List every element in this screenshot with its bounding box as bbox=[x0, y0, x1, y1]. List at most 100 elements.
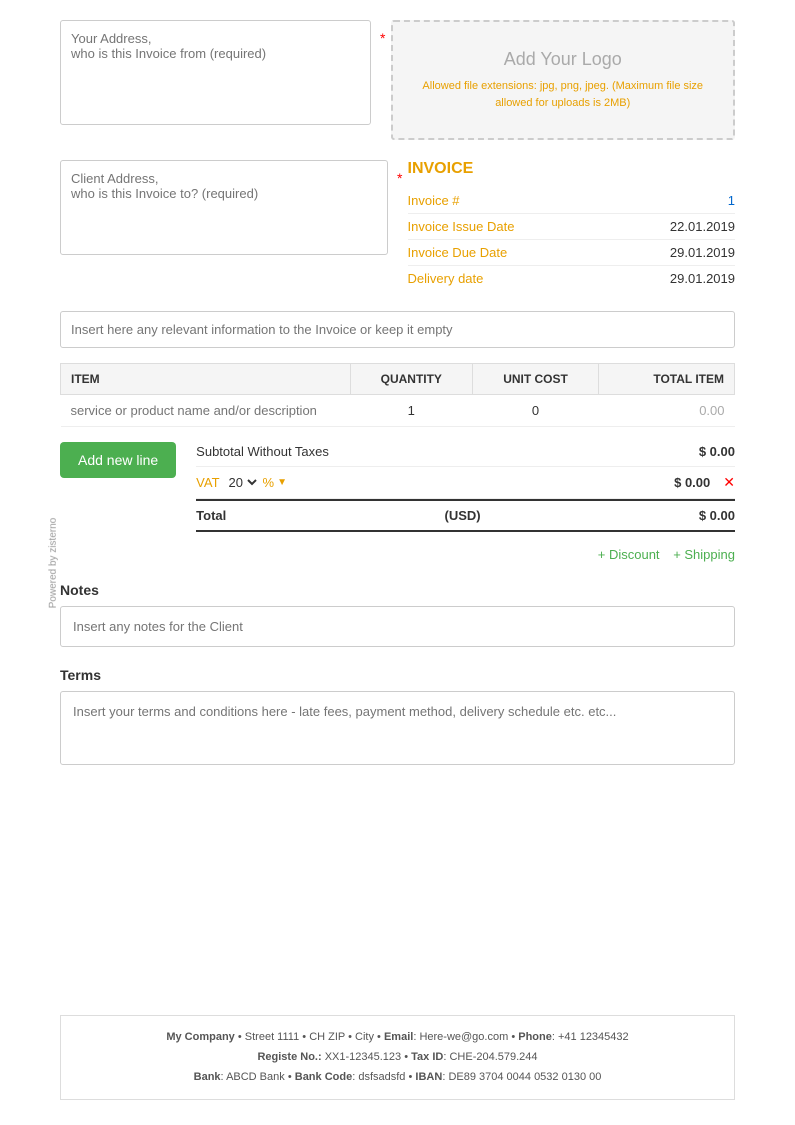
footer-email-label: Email bbox=[384, 1031, 413, 1043]
total-row: Total (USD) $ 0.00 bbox=[196, 499, 735, 532]
footer: My Company • Street 1111 • CH ZIP • City… bbox=[60, 1015, 735, 1100]
footer-bank: ABCD Bank bbox=[226, 1071, 285, 1083]
terms-input-box bbox=[60, 691, 735, 765]
col-quantity: QUANTITY bbox=[350, 364, 472, 395]
invoice-issue-label: Invoice Issue Date bbox=[408, 219, 515, 234]
notes-label: Notes bbox=[60, 582, 735, 598]
notes-input-box bbox=[60, 606, 735, 647]
footer-line3: Bank: ABCD Bank • Bank Code: dsfsadsfd •… bbox=[73, 1068, 722, 1088]
vat-value: $ 0.00 bbox=[674, 475, 710, 490]
invoice-number-value: 1 bbox=[728, 193, 735, 208]
invoice-title: INVOICE bbox=[408, 160, 736, 178]
footer-phone-label: Phone bbox=[518, 1031, 552, 1043]
vat-dropdown-icon: ▼ bbox=[277, 477, 287, 488]
footer-company: My Company bbox=[166, 1031, 234, 1043]
table-body: 0.00 bbox=[61, 395, 735, 427]
vat-percent-sign: % bbox=[263, 475, 275, 490]
vat-value-area: $ 0.00 ✕ bbox=[674, 474, 735, 491]
total-value: $ 0.00 bbox=[699, 508, 735, 523]
description-input[interactable] bbox=[71, 322, 724, 337]
client-address-wrapper: * bbox=[60, 160, 388, 255]
footer-registe-label: Registe No.: bbox=[257, 1051, 321, 1063]
logo-hint: Allowed file extensions: jpg, png, jpeg.… bbox=[408, 78, 719, 111]
footer-iban-label: IBAN bbox=[415, 1071, 442, 1083]
item-quantity-input[interactable] bbox=[386, 403, 436, 418]
footer-iban: DE89 3704 0044 0532 0130 00 bbox=[448, 1071, 601, 1083]
discount-link[interactable]: + Discount bbox=[598, 547, 660, 562]
table-header: ITEM QUANTITY UNIT COST TOTAL ITEM bbox=[61, 364, 735, 395]
client-address-box bbox=[60, 160, 388, 255]
invoice-number-row: Invoice # 1 bbox=[408, 188, 736, 214]
notes-section: Notes bbox=[60, 582, 735, 647]
footer-zip-city: CH ZIP • City bbox=[309, 1031, 374, 1043]
table-row: 0.00 bbox=[61, 395, 735, 427]
invoice-issue-value: 22.01.2019 bbox=[670, 219, 735, 234]
footer-bank-code-label: Bank Code bbox=[295, 1071, 352, 1083]
vat-label-area: VAT 20 10 5 0 % ▼ bbox=[196, 474, 287, 491]
notes-input[interactable] bbox=[73, 619, 722, 634]
subtotal-row: Subtotal Without Taxes $ 0.00 bbox=[196, 437, 735, 467]
description-box bbox=[60, 311, 735, 348]
footer-tax: CHE-204.579.244 bbox=[449, 1051, 537, 1063]
item-unit-cost[interactable] bbox=[472, 395, 599, 427]
footer-bullet6: • bbox=[288, 1071, 295, 1083]
invoice-number-label: Invoice # bbox=[408, 193, 460, 208]
footer-registe: XX1-12345.123 bbox=[325, 1051, 401, 1063]
logo-upload-box[interactable]: Add Your Logo Allowed file extensions: j… bbox=[391, 20, 736, 140]
vat-percent-select[interactable]: 20 10 5 0 bbox=[225, 474, 260, 491]
client-address-input[interactable] bbox=[71, 171, 377, 241]
invoice-due-row: Invoice Due Date 29.01.2019 bbox=[408, 240, 736, 266]
item-description[interactable] bbox=[61, 395, 351, 427]
total-currency: (USD) bbox=[445, 508, 481, 523]
vat-row: VAT 20 10 5 0 % ▼ $ 0.00 ✕ bbox=[196, 467, 735, 499]
terms-label: Terms bbox=[60, 667, 735, 683]
client-address-required: * bbox=[397, 170, 402, 186]
spacer bbox=[60, 785, 735, 985]
item-quantity[interactable] bbox=[350, 395, 472, 427]
discount-shipping-area: + Discount + Shipping bbox=[60, 547, 735, 562]
shipping-link[interactable]: + Shipping bbox=[673, 547, 735, 562]
footer-street: Street 1111 bbox=[245, 1031, 299, 1043]
item-unit-cost-input[interactable] bbox=[511, 403, 561, 418]
terms-input[interactable] bbox=[73, 704, 722, 749]
invoice-due-value: 29.01.2019 bbox=[670, 245, 735, 260]
remove-vat-button[interactable]: ✕ bbox=[723, 474, 735, 491]
invoice-due-label: Invoice Due Date bbox=[408, 245, 508, 260]
vat-percent-area: 20 10 5 0 % ▼ bbox=[225, 474, 287, 491]
page-wrapper: * Add Your Logo Allowed file extensions:… bbox=[0, 0, 795, 1120]
your-address-wrapper: * bbox=[60, 20, 371, 140]
totals-box: Subtotal Without Taxes $ 0.00 VAT 20 10 … bbox=[196, 437, 735, 532]
footer-email: Here-we@go.com bbox=[419, 1031, 508, 1043]
terms-section: Terms bbox=[60, 667, 735, 765]
add-line-button[interactable]: Add new line bbox=[60, 442, 176, 478]
footer-bank-code: dsfsadsfd bbox=[358, 1071, 405, 1083]
invoice-delivery-row: Delivery date 29.01.2019 bbox=[408, 266, 736, 291]
client-section: * INVOICE Invoice # 1 Invoice Issue Date… bbox=[60, 160, 735, 291]
footer-bank-label: Bank bbox=[194, 1071, 221, 1083]
your-address-box bbox=[60, 20, 371, 125]
subtotal-label: Subtotal Without Taxes bbox=[196, 444, 329, 459]
total-label: Total bbox=[196, 508, 226, 523]
vat-label: VAT bbox=[196, 475, 219, 490]
footer-tax-label: Tax ID bbox=[411, 1051, 443, 1063]
footer-line2: Registe No.: XX1-12345.123 • Tax ID: CHE… bbox=[73, 1048, 722, 1068]
subtotal-value: $ 0.00 bbox=[699, 444, 735, 459]
invoice-delivery-label: Delivery date bbox=[408, 271, 484, 286]
add-line-area: Add new line bbox=[60, 437, 176, 478]
footer-phone: +41 12345432 bbox=[558, 1031, 629, 1043]
your-address-required: * bbox=[380, 30, 385, 46]
logo-title: Add Your Logo bbox=[504, 49, 622, 70]
item-total: 0.00 bbox=[599, 395, 735, 427]
col-total-item: TOTAL ITEM bbox=[599, 364, 735, 395]
col-unit-cost: UNIT COST bbox=[472, 364, 599, 395]
footer-bullet3: • bbox=[377, 1031, 384, 1043]
col-item: ITEM bbox=[61, 364, 351, 395]
bottom-section: Add new line Subtotal Without Taxes $ 0.… bbox=[60, 437, 735, 532]
invoice-issue-row: Invoice Issue Date 22.01.2019 bbox=[408, 214, 736, 240]
items-table: ITEM QUANTITY UNIT COST TOTAL ITEM 0.00 bbox=[60, 363, 735, 427]
item-description-input[interactable] bbox=[71, 403, 341, 418]
top-section: * Add Your Logo Allowed file extensions:… bbox=[60, 20, 735, 140]
invoice-delivery-value: 29.01.2019 bbox=[670, 271, 735, 286]
invoice-details: INVOICE Invoice # 1 Invoice Issue Date 2… bbox=[408, 160, 736, 291]
your-address-input[interactable] bbox=[71, 31, 360, 111]
